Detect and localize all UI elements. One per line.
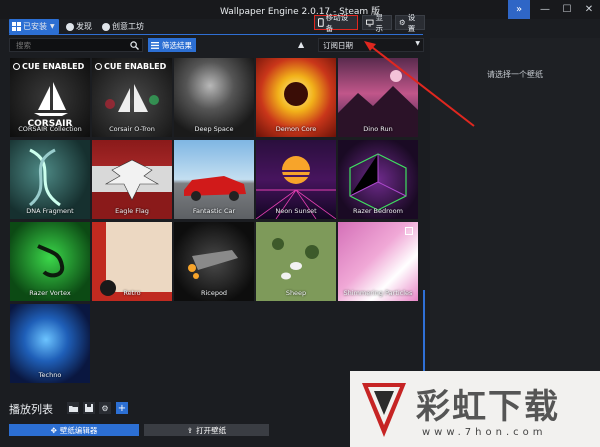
wallpaper-tile[interactable]: Deep Space: [174, 58, 254, 137]
search-box: [9, 38, 143, 52]
filter-results-button[interactable]: 筛选结果: [148, 38, 196, 52]
playlist-title: 播放列表: [9, 403, 53, 416]
wallpaper-title: Dino Run: [363, 125, 393, 133]
playlist-settings-icon[interactable]: ⚙: [99, 402, 111, 414]
wallpaper-tile[interactable]: CUE ENABLED Corsair O-Tron: [92, 58, 172, 137]
wallpaper-title: Neon Sunset: [275, 207, 317, 215]
watermark-url: www.7hon.com: [422, 427, 547, 438]
wallpaper-title: Retro: [123, 289, 141, 297]
open-wallpaper-button[interactable]: ⇪ 打开壁纸: [144, 424, 269, 436]
editor-icon: ✥: [50, 425, 57, 435]
mobile-device-button[interactable]: 移动设备: [314, 13, 358, 33]
tab-workshop-label: 创意工坊: [112, 22, 144, 31]
watermark-text: 彩虹下载: [416, 387, 560, 427]
maximize-icon[interactable]: ☐: [556, 0, 578, 19]
wallpaper-title: Shimmering Particles: [343, 289, 413, 297]
wallpaper-tile[interactable]: Ricepod: [174, 222, 254, 301]
grid-icon: [12, 22, 21, 31]
mobile-device-label: 移动设备: [325, 12, 349, 33]
wallpaper-tile[interactable]: Razer Bedroom: [338, 140, 418, 219]
watermark-logo-icon: [362, 383, 406, 437]
window-controls: » — ☐ ✕: [508, 0, 600, 19]
select-checkbox[interactable]: [405, 227, 413, 235]
sort-select-value: 订阅日期: [323, 41, 353, 50]
settings-button[interactable]: ⚙ 设置: [395, 13, 425, 33]
wallpaper-editor-button[interactable]: ✥ 壁纸编辑器: [9, 424, 139, 436]
wallpaper-title: Ricepod: [200, 289, 228, 297]
wallpaper-title: Fantastic Car: [192, 207, 236, 215]
add-icon[interactable]: +: [116, 402, 128, 414]
close-icon[interactable]: ✕: [578, 0, 600, 19]
wallpaper-tile[interactable]: Neon Sunset: [256, 140, 336, 219]
tab-discover-label: 发现: [76, 22, 92, 31]
open-wallpaper-label: 打开壁纸: [196, 425, 227, 435]
monitor-icon: [366, 19, 374, 26]
wallpaper-tile[interactable]: Demon Core: [256, 58, 336, 137]
expand-icon[interactable]: »: [508, 0, 530, 19]
search-icon[interactable]: [130, 41, 139, 50]
watermark: 彩虹下载 www.7hon.com: [350, 371, 600, 447]
upload-icon: ⇪: [186, 425, 194, 435]
sort-select[interactable]: 订阅日期 ▼: [318, 38, 424, 52]
steam-icon: [102, 22, 110, 31]
wallpaper-tile[interactable]: Retro: [92, 222, 172, 301]
wallpaper-title: Sheep: [285, 289, 307, 297]
wallpaper-tile[interactable]: Dino Run: [338, 58, 418, 137]
wallpaper-editor-label: 壁纸编辑器: [59, 425, 98, 435]
wallpaper-tile[interactable]: Techno: [10, 304, 90, 383]
empty-selection-text: 请选择一个壁纸: [487, 70, 543, 79]
phone-icon: [318, 18, 324, 27]
wallpaper-tile[interactable]: Eagle Flag: [92, 140, 172, 219]
wallpaper-title: Corsair O-Tron: [109, 125, 155, 133]
list-icon: [151, 41, 159, 49]
chevron-down-icon: ▼: [415, 40, 420, 47]
search-input[interactable]: [16, 40, 126, 51]
wallpaper-title: Techno: [38, 371, 62, 379]
wallpaper-title: Razer Vortex: [29, 289, 71, 297]
chevron-down-icon: ▼: [50, 23, 55, 30]
tab-underline: [9, 34, 423, 35]
compass-icon: [66, 22, 74, 31]
wallpaper-title: Eagle Flag: [115, 207, 149, 215]
settings-label: 设置: [407, 12, 416, 33]
wallpaper-title: Deep Space: [194, 125, 234, 133]
wallpaper-tile[interactable]: Razer Vortex: [10, 222, 90, 301]
title-bar: Wallpaper Engine 2.0.17 - Steam 版 » — ☐ …: [0, 0, 600, 19]
filter-results-label: 筛选结果: [162, 40, 192, 50]
tab-installed[interactable]: 已安装 ▼: [9, 19, 59, 34]
wallpaper-tile[interactable]: Fantastic Car: [174, 140, 254, 219]
sort-direction-icon[interactable]: ▲: [298, 40, 304, 49]
tab-discover[interactable]: 发现: [63, 19, 97, 34]
wallpaper-tile[interactable]: CUE ENABLED CORSAIR CORSAIR Collection: [10, 58, 90, 137]
wallpaper-title: DNA Fragment: [26, 207, 74, 215]
folder-icon[interactable]: [67, 402, 79, 414]
save-icon[interactable]: [83, 402, 95, 414]
wallpaper-tile[interactable]: Shimmering Particles: [338, 222, 418, 301]
wallpaper-title: Demon Core: [275, 125, 317, 133]
display-label: 显示: [375, 12, 384, 33]
display-button[interactable]: 显示: [362, 13, 392, 33]
tab-installed-label: 已安装: [23, 22, 47, 31]
wallpaper-grid: CUE ENABLED CORSAIR CORSAIR Collection C…: [10, 58, 420, 388]
wallpaper-tile[interactable]: Sheep: [256, 222, 336, 301]
minimize-icon[interactable]: —: [534, 0, 556, 19]
tab-workshop[interactable]: 创意工坊: [99, 19, 151, 34]
wallpaper-tile[interactable]: DNA Fragment: [10, 140, 90, 219]
wallpaper-title: CORSAIR Collection: [18, 125, 82, 133]
gear-icon: ⚙: [399, 18, 406, 27]
wallpaper-title: Razer Bedroom: [353, 207, 403, 215]
